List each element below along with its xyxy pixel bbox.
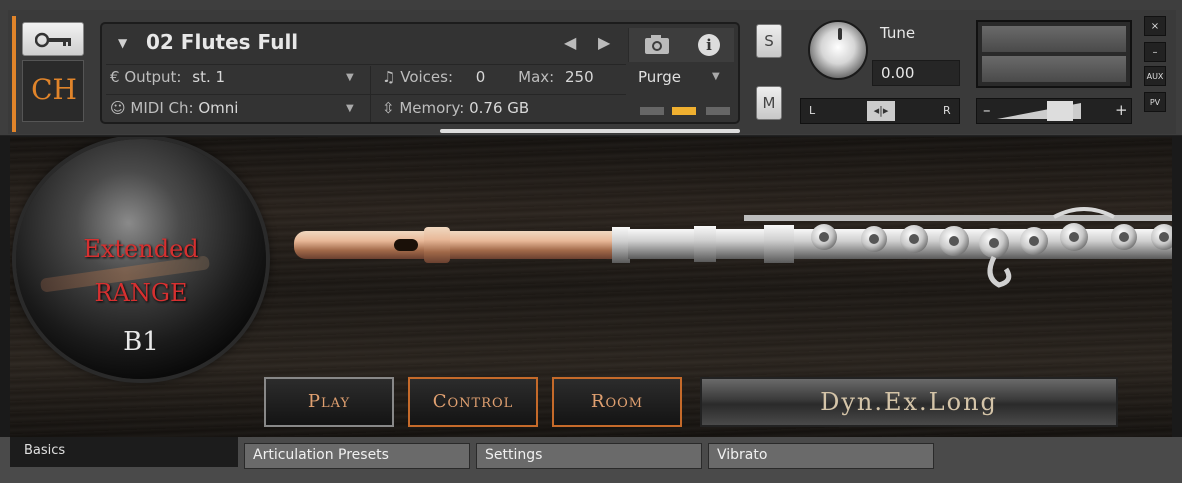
volume-slider[interactable]: – + — [976, 98, 1132, 124]
instrument-header: CH ▼ 02 Flutes Full ◀ ▶ i € Output: st. … — [0, 0, 1182, 136]
instrument-menu-arrow-icon[interactable]: ▼ — [118, 36, 127, 50]
articulation-display[interactable]: Dyn.Ex.Long — [700, 377, 1118, 427]
wrench-icon — [35, 32, 71, 48]
voices-value: 0 — [475, 68, 486, 86]
next-instrument-icon[interactable]: ▶ — [598, 33, 610, 52]
solo-button[interactable]: S — [756, 24, 782, 58]
voices-label: Voices: — [400, 68, 454, 86]
tab-basics[interactable]: Basics — [10, 437, 238, 467]
memory-icon: ⇳ — [382, 99, 400, 117]
purge-indicator — [640, 107, 664, 115]
memory-value: 0.76 GB — [469, 99, 530, 117]
volume-minus-label: – — [983, 101, 991, 119]
wrench-button[interactable] — [22, 22, 84, 56]
level-meter — [976, 20, 1132, 88]
instrument-name[interactable]: 02 Flutes Full — [146, 30, 298, 54]
tab-settings[interactable]: Settings — [476, 443, 702, 469]
room-button[interactable]: Room — [552, 377, 682, 427]
row-divider — [106, 94, 626, 95]
memory-label: Memory: — [399, 99, 465, 117]
orb-title-line2: Range — [94, 279, 188, 307]
pv-button[interactable]: PV — [1144, 92, 1166, 112]
output-dropdown-icon[interactable]: ▼ — [346, 72, 354, 83]
orb-note-label: B1 — [123, 327, 159, 357]
row-divider — [106, 64, 626, 65]
midi-channel-field[interactable]: ☺ MIDI Ch: Omni — [110, 99, 238, 117]
voices-field: ♫ Voices: 0 Max: 250 — [382, 68, 594, 86]
pan-slider[interactable]: L ◂|▸ R — [800, 98, 960, 124]
minimize-button[interactable]: – — [1144, 42, 1166, 62]
output-field[interactable]: € Output: st. 1 — [110, 68, 225, 86]
output-value: st. 1 — [192, 68, 226, 86]
volume-plus-label: + — [1115, 101, 1128, 119]
ch-logo: CH — [22, 60, 84, 122]
volume-handle[interactable] — [1047, 101, 1073, 121]
meter-left-channel — [982, 26, 1126, 52]
mute-button[interactable]: M — [756, 86, 782, 120]
midi-value: Omni — [198, 99, 239, 117]
output-label: Output: — [124, 68, 182, 86]
orb-title-line1: Extended — [83, 235, 199, 263]
purge-indicator-active — [672, 107, 696, 115]
max-label: Max: — [518, 68, 555, 86]
snapshot-button[interactable] — [628, 28, 684, 62]
header-scrollbar[interactable] — [440, 129, 740, 133]
tab-vibrato[interactable]: Vibrato — [708, 443, 934, 469]
purge-indicator — [706, 107, 730, 115]
pan-left-label: L — [809, 104, 816, 117]
purge-dropdown-icon[interactable]: ▼ — [712, 71, 720, 82]
close-button[interactable]: × — [1144, 16, 1166, 36]
info-button[interactable]: i — [684, 28, 734, 62]
bottom-tab-bar: Basics Articulation Presets Settings Vib… — [0, 437, 1182, 483]
control-button[interactable]: Control — [408, 377, 538, 427]
prev-instrument-icon[interactable]: ◀ — [564, 33, 576, 52]
info-icon: i — [698, 34, 720, 56]
output-icon: € — [110, 68, 125, 86]
column-divider — [370, 66, 371, 122]
pan-right-label: R — [943, 104, 951, 117]
accent-bar — [12, 16, 16, 132]
meter-right-channel — [982, 56, 1126, 82]
tune-label: Tune — [880, 24, 916, 42]
purge-label[interactable]: Purge — [638, 68, 681, 86]
instrument-stage: Extended Range B1 — [10, 137, 1172, 437]
aux-button[interactable]: AUX — [1144, 66, 1166, 86]
range-orb[interactable]: Extended Range B1 — [16, 139, 266, 379]
tune-value-field[interactable]: 0.00 — [872, 60, 960, 86]
flute-image — [294, 207, 1172, 288]
ch-logo-text: CH — [31, 73, 77, 106]
pan-handle[interactable]: ◂|▸ — [867, 101, 895, 121]
tab-articulation-presets[interactable]: Articulation Presets — [244, 443, 470, 469]
voices-icon: ♫ — [382, 68, 401, 86]
knob-indicator — [838, 28, 842, 40]
tune-knob[interactable] — [808, 20, 868, 80]
midi-label: MIDI Ch: — [130, 99, 194, 117]
midi-dropdown-icon[interactable]: ▼ — [346, 103, 354, 114]
camera-icon — [645, 35, 669, 54]
play-button[interactable]: Play — [264, 377, 394, 427]
max-value[interactable]: 250 — [565, 68, 594, 86]
midi-icon: ☺ — [110, 99, 131, 117]
instrument-info-panel: ▼ 02 Flutes Full ◀ ▶ i € Output: st. 1 ▼… — [100, 22, 740, 124]
memory-field: ⇳ Memory: 0.76 GB — [382, 99, 529, 117]
